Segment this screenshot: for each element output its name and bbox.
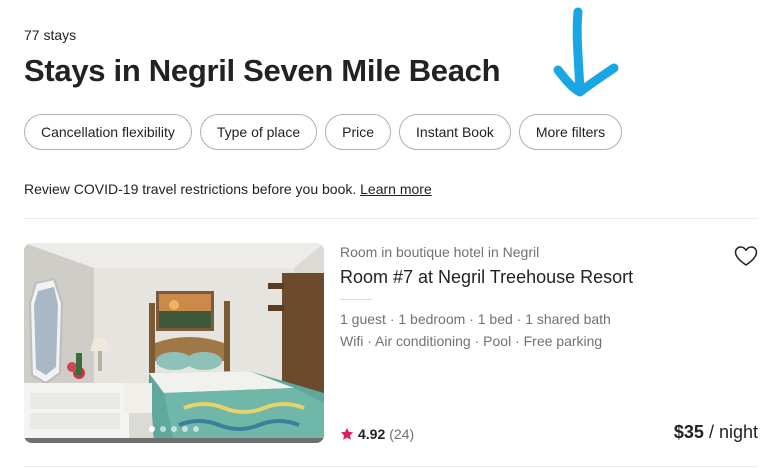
carousel-dot[interactable] xyxy=(149,426,155,432)
carousel-dot[interactable] xyxy=(193,426,199,432)
star-icon xyxy=(340,427,354,440)
filter-bar: Cancellation flexibility Type of place P… xyxy=(24,114,623,150)
listing-details: 1 guest · 1 bedroom · 1 bed · 1 shared b… xyxy=(340,311,611,327)
stays-count: 77 stays xyxy=(24,27,77,43)
covid-notice: Review COVID-19 travel restrictions befo… xyxy=(24,181,432,197)
photo-carousel-dots[interactable] xyxy=(149,426,199,432)
divider xyxy=(24,218,758,219)
listing-title[interactable]: Room #7 at Negril Treehouse Resort xyxy=(340,267,633,288)
review-count: (24) xyxy=(389,426,415,442)
heart-icon[interactable] xyxy=(734,244,758,268)
learn-more-link[interactable]: Learn more xyxy=(360,181,432,197)
listing-photo[interactable] xyxy=(24,243,324,443)
divider xyxy=(24,466,758,467)
price-amount: $35 xyxy=(673,422,704,442)
rating-value: 4.92 xyxy=(358,426,386,442)
listing-rating: 4.92 (24) xyxy=(340,426,414,442)
carousel-dot[interactable] xyxy=(160,426,166,432)
filter-more-filters[interactable]: More filters xyxy=(518,114,623,150)
filter-cancellation-flexibility[interactable]: Cancellation flexibility xyxy=(24,114,192,150)
room-photo-image xyxy=(24,243,324,443)
listing-amenities: Wifi · Air conditioning · Pool · Free pa… xyxy=(340,333,603,349)
listing-price: $35 / night xyxy=(674,422,758,443)
filter-type-of-place[interactable]: Type of place xyxy=(199,114,318,150)
filter-instant-book[interactable]: Instant Book xyxy=(399,114,511,150)
listing-divider xyxy=(340,299,372,300)
listing-type: Room in boutique hotel in Negril xyxy=(340,244,540,260)
carousel-dot[interactable] xyxy=(182,426,188,432)
page-title: Stays in Negril Seven Mile Beach xyxy=(24,53,501,88)
carousel-dot[interactable] xyxy=(171,426,177,432)
down-arrow-annotation-icon xyxy=(553,7,619,97)
covid-notice-text: Review COVID-19 travel restrictions befo… xyxy=(24,181,357,197)
filter-price[interactable]: Price xyxy=(325,114,392,150)
price-unit: / night xyxy=(708,422,758,442)
